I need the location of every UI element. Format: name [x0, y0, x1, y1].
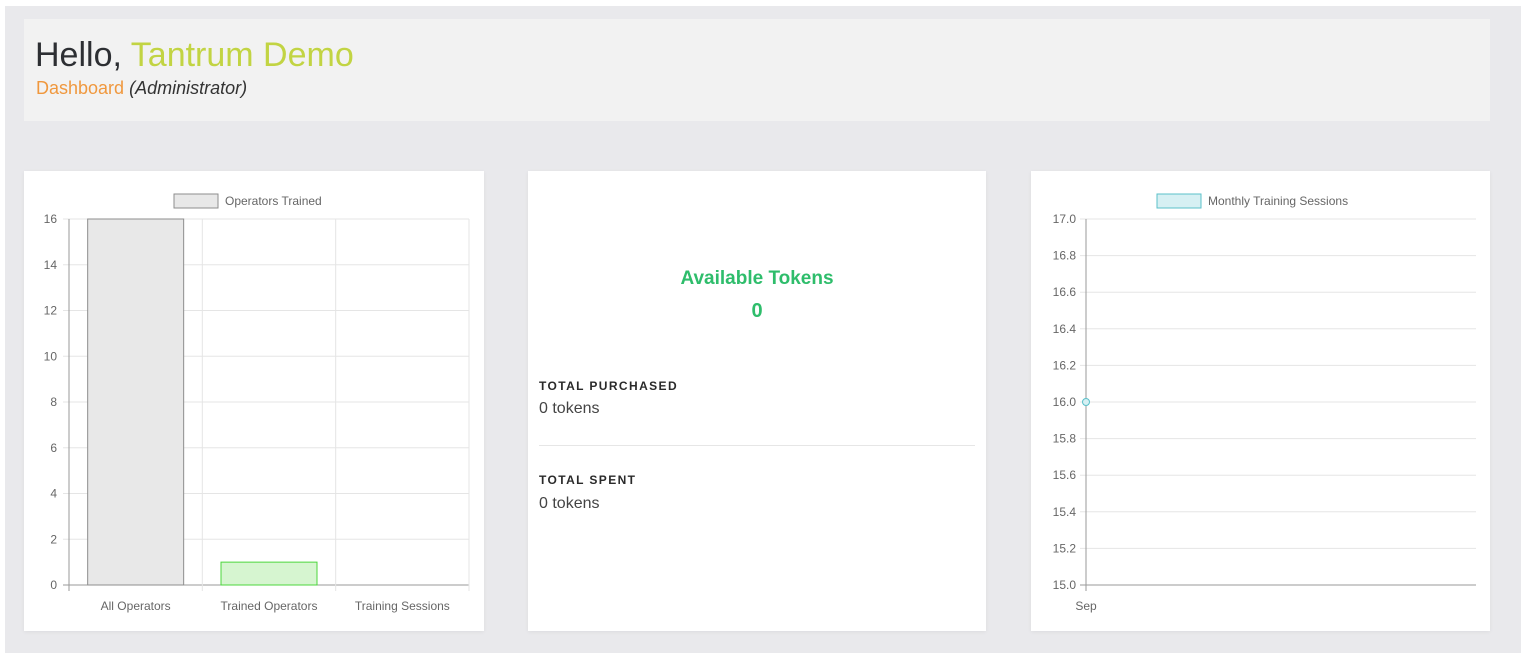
y-tick-label: 17.0: [1053, 212, 1077, 226]
operators-trained-chart: Operators Trained 0 2 4 6 8 10 12 14 16 All Operat…: [44, 193, 470, 613]
monthly-training-sessions-chart: Monthly Training Sessions 15.0 15.2 15.4 15.…: [1053, 193, 1476, 613]
total-spent-value: 0 tokens: [539, 495, 600, 512]
tokens-card: Available Tokens 0 TOTAL PURCHASED 0 tok…: [528, 171, 986, 631]
y-tick-label: 16.0: [1053, 395, 1077, 409]
total-purchased-label: TOTAL PURCHASED: [539, 379, 679, 393]
x-tick-label: Trained Operators: [221, 599, 318, 613]
y-tick-label: 15.2: [1053, 541, 1077, 555]
app-background: Hello, Tantrum Demo Dashboard (Administr…: [5, 6, 1521, 653]
stats-divider: [539, 445, 975, 446]
y-tick-label: 12: [44, 304, 58, 318]
y-tick-label: 10: [44, 349, 58, 363]
y-tick-label: 0: [50, 578, 57, 592]
x-tick-label: Training Sessions: [355, 599, 450, 613]
y-tick-label: 16.2: [1053, 358, 1077, 372]
y-tick-label: 16.6: [1053, 285, 1077, 299]
y-tick-label: 15.6: [1053, 468, 1077, 482]
bar: [220, 561, 318, 586]
user-name: Tantrum Demo: [130, 36, 354, 74]
y-tick-label: 4: [50, 487, 57, 501]
y-tick-label: 15.0: [1053, 578, 1077, 592]
legend-label: Operators Trained: [225, 194, 322, 208]
legend-swatch: [1156, 193, 1202, 209]
y-tick-label: 15.4: [1053, 505, 1077, 519]
y-tick-label: 15.8: [1053, 432, 1077, 446]
x-tick-label: Sep: [1075, 599, 1097, 613]
data-point: [1082, 398, 1090, 406]
y-tick-label: 8: [50, 395, 57, 409]
bar: [87, 218, 185, 586]
total-spent-label: TOTAL SPENT: [539, 473, 637, 487]
y-tick-label: 16.8: [1053, 249, 1077, 263]
legend-label: Monthly Training Sessions: [1208, 194, 1348, 208]
page-subtitle: Dashboard (Administrator): [36, 77, 247, 99]
x-tick-label: All Operators: [101, 599, 171, 613]
monthly-sessions-chart-card: Monthly Training Sessions 15.0 15.2 15.4 15.…: [1031, 171, 1490, 631]
operators-chart-card: Operators Trained 0 2 4 6 8 10 12 14 16 All Operat…: [24, 171, 484, 631]
y-tick-label: 16.4: [1053, 322, 1077, 336]
y-tick-label: 16: [44, 212, 58, 226]
dashboard-link[interactable]: Dashboard: [36, 78, 124, 98]
total-purchased-value: 0 tokens: [539, 400, 600, 417]
available-tokens-title: Available Tokens: [680, 268, 834, 289]
legend-swatch: [173, 193, 219, 209]
greeting-text: Hello,: [35, 36, 122, 74]
y-tick-label: 6: [50, 441, 57, 455]
available-tokens-value: 0: [751, 300, 763, 322]
y-tick-label: 14: [44, 258, 58, 272]
y-tick-label: 2: [50, 532, 57, 546]
greeting: Hello, Tantrum Demo: [35, 35, 354, 75]
role-label: (Administrator): [129, 78, 248, 98]
welcome-header: Hello, Tantrum Demo Dashboard (Administr…: [24, 19, 1490, 121]
